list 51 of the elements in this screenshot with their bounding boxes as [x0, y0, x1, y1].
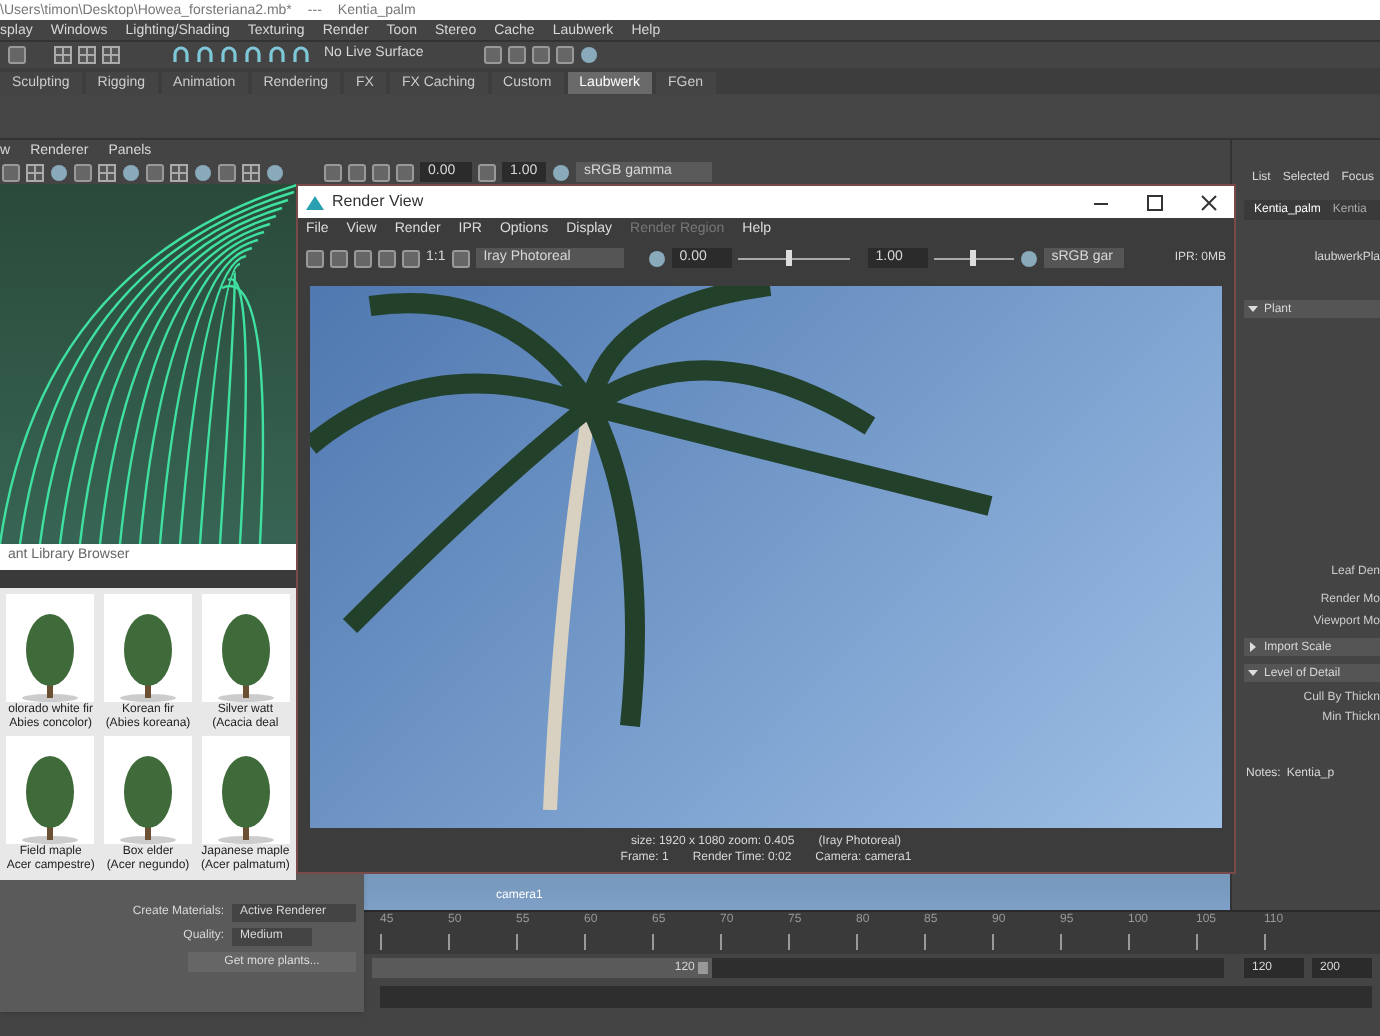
collapsed-arrow-icon[interactable]: [1248, 642, 1258, 652]
sphere-icon[interactable]: [1019, 249, 1038, 267]
square-icon[interactable]: [146, 163, 164, 181]
grid-icon[interactable]: [26, 163, 44, 181]
tree-icon[interactable]: [215, 610, 276, 702]
square-icon[interactable]: [306, 249, 324, 267]
grid-icon[interactable]: [98, 163, 116, 181]
square-icon[interactable]: [330, 249, 348, 267]
square-icon[interactable]: [324, 163, 342, 181]
square-icon[interactable]: [348, 163, 366, 181]
expanded-arrow-icon[interactable]: [1248, 668, 1258, 678]
gamma-slider-thumb[interactable]: [970, 250, 977, 266]
sphere-icon[interactable]: [50, 163, 68, 181]
square-icon[interactable]: [354, 249, 372, 267]
expanded-arrow-icon[interactable]: [1248, 304, 1258, 314]
square-icon[interactable]: [507, 46, 526, 64]
sphere-icon[interactable]: [122, 163, 140, 181]
tree-icon[interactable]: [117, 610, 178, 702]
square-icon[interactable]: [531, 46, 550, 64]
range-handle[interactable]: [698, 962, 709, 974]
tree-icon[interactable]: [215, 752, 276, 844]
square-icon[interactable]: [372, 163, 390, 181]
square-icon[interactable]: [2, 163, 20, 181]
tree-icon[interactable]: [20, 752, 81, 844]
sphere-icon[interactable]: [552, 163, 570, 181]
sphere-icon[interactable]: [579, 46, 598, 64]
tree-icon[interactable]: [117, 752, 178, 844]
square-icon[interactable]: [483, 46, 502, 64]
grid-icon[interactable]: [170, 163, 188, 181]
square-icon[interactable]: [218, 163, 236, 181]
square-icon[interactable]: [555, 46, 574, 64]
exposure-slider-thumb[interactable]: [785, 250, 792, 266]
square-icon[interactable]: [478, 163, 496, 181]
grid-icon[interactable]: [102, 46, 120, 64]
sphere-icon[interactable]: [266, 163, 284, 181]
maximize-icon[interactable]: [1146, 193, 1164, 211]
sphere-icon[interactable]: [647, 249, 666, 267]
range-slider-fill[interactable]: [372, 958, 713, 978]
square-icon[interactable]: [451, 249, 470, 267]
square-icon[interactable]: [396, 163, 414, 181]
square-icon[interactable]: [378, 249, 396, 267]
square-icon[interactable]: [402, 249, 420, 267]
grid-icon[interactable]: [78, 46, 96, 64]
grid-icon[interactable]: [54, 46, 72, 64]
window-title: Render View: [332, 190, 426, 214]
grid-icon[interactable]: [242, 163, 260, 181]
app-logo-icon[interactable]: [306, 193, 324, 211]
tree-icon[interactable]: [20, 610, 81, 702]
sphere-icon[interactable]: [194, 163, 212, 181]
square-icon[interactable]: [74, 163, 92, 181]
close-icon[interactable]: [1200, 193, 1218, 211]
